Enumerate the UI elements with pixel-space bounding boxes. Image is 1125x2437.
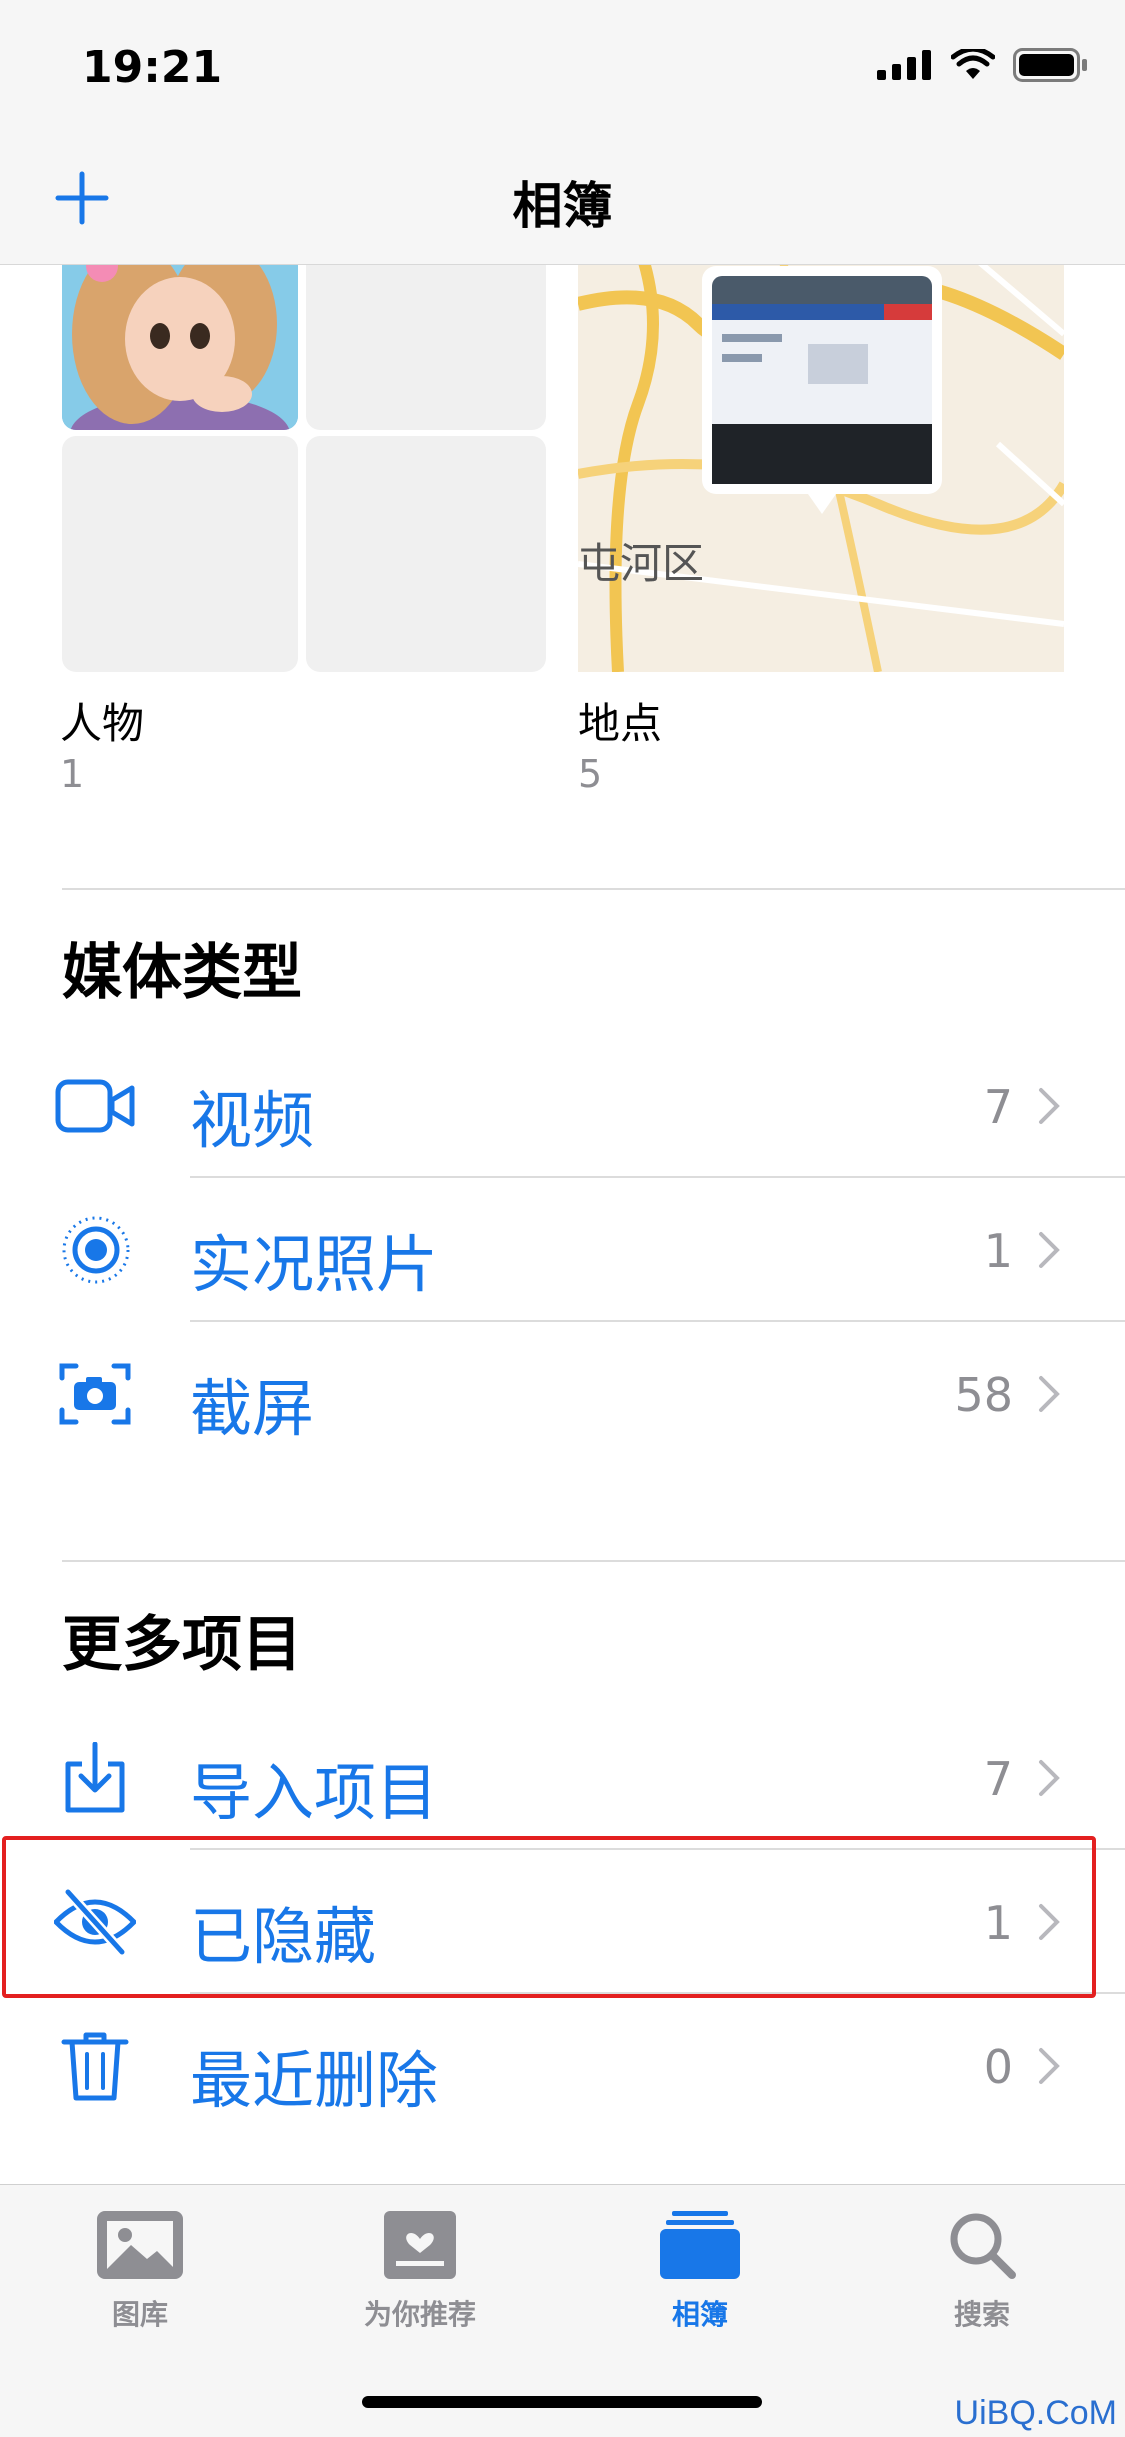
video-icon: [55, 1079, 135, 1133]
tab-search[interactable]: 搜索: [872, 2209, 1092, 2333]
album-count: 5: [578, 752, 603, 796]
chevron-right-icon: [1039, 1232, 1060, 1268]
album-count: 1: [60, 752, 85, 796]
section-title-media-types: 媒体类型: [62, 938, 302, 1008]
search-icon: [950, 2213, 1016, 2279]
page-title: 相簿: [512, 177, 613, 235]
map-place-name: 屯河区: [578, 539, 705, 588]
chevron-right-icon: [1039, 2048, 1060, 2084]
album-title: 人物: [60, 699, 145, 748]
divider: [62, 888, 1125, 890]
tab-label: 搜索: [953, 2298, 1010, 2331]
status-icons: [877, 48, 1089, 82]
divider: [62, 1560, 1125, 1562]
row-count: 7: [983, 1080, 1013, 1134]
row-label: 最近删除: [190, 2044, 439, 2117]
row-label: 截屏: [190, 1372, 315, 1445]
tab-library[interactable]: 图库: [30, 2209, 250, 2333]
map-image: [578, 264, 1064, 672]
import-icon: [65, 1742, 125, 1813]
home-indicator[interactable]: [362, 2396, 762, 2408]
person-placeholder: [306, 264, 546, 430]
section-title-more-items: 更多项目: [62, 1610, 302, 1680]
places-map[interactable]: 屯河区: [578, 264, 1064, 672]
live-photo-icon: [62, 1216, 130, 1284]
wifi-icon: [951, 49, 995, 79]
chevron-right-icon: [1039, 1376, 1060, 1412]
chevron-right-icon: [1039, 1088, 1060, 1124]
person-thumbnail[interactable]: [62, 264, 298, 430]
tab-label: 图库: [111, 2298, 168, 2331]
row-videos[interactable]: 视频 7: [0, 1034, 1125, 1178]
row-live-photos[interactable]: 实况照片 1: [0, 1178, 1125, 1322]
chevron-right-icon: [1039, 1760, 1060, 1796]
row-screenshots[interactable]: 截屏 58: [0, 1322, 1125, 1466]
row-count: 7: [983, 1752, 1013, 1806]
for-you-icon: [384, 2211, 456, 2279]
watermark: UiBQ.CoM: [954, 2394, 1117, 2432]
row-label: 导入项目: [190, 1756, 439, 1829]
tab-label: 为你推荐: [363, 2298, 476, 2331]
photos-icon: [97, 2211, 183, 2279]
album-title: 地点: [578, 699, 663, 748]
tab-albums[interactable]: 相簿: [590, 2209, 810, 2333]
row-count: 1: [983, 1224, 1013, 1278]
highlight-annotation: [2, 1836, 1096, 1998]
row-imports[interactable]: 导入项目 7: [0, 1706, 1125, 1850]
screenshot-icon: [59, 1363, 131, 1425]
row-recently-deleted[interactable]: 最近删除 0: [0, 1994, 1125, 2138]
row-count: 0: [983, 2040, 1013, 2094]
row-count: 58: [954, 1368, 1013, 1422]
albums-icon: [660, 2211, 740, 2279]
trash-icon: [61, 2032, 129, 2101]
status-time: 19:21: [82, 42, 223, 93]
row-label: 实况照片: [190, 1228, 439, 1301]
row-label: 视频: [190, 1084, 315, 1157]
tab-label: 相簿: [671, 2298, 728, 2331]
top-bar: 19:21 相簿: [0, 0, 1125, 265]
cellular-signal-icon: [877, 50, 931, 80]
person-face-image: [62, 264, 298, 430]
tab-for-you[interactable]: 为你推荐: [310, 2209, 530, 2333]
person-placeholder: [62, 436, 298, 672]
battery-icon: [1013, 48, 1087, 82]
person-placeholder: [306, 436, 546, 672]
